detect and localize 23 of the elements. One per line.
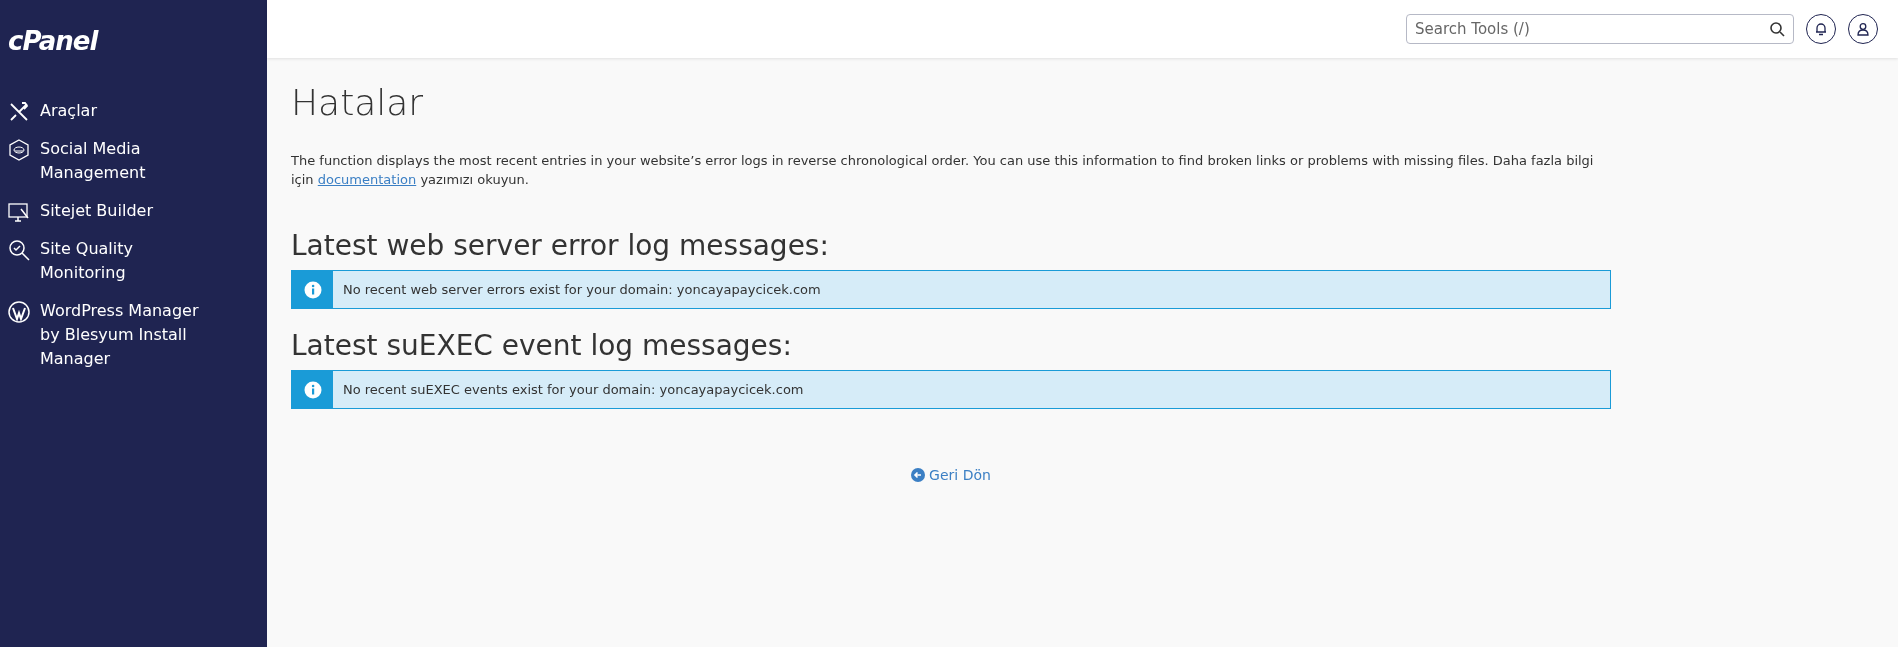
info-icon xyxy=(303,280,322,299)
info-alert: No recent suEXEC events exist for your domain: yoncayapaycicek.com xyxy=(291,370,1611,409)
section-heading: Latest suEXEC event log messages: xyxy=(291,329,793,362)
page-title: Hatalar xyxy=(291,82,425,123)
cpanel-logo[interactable]: cPanel xyxy=(8,26,98,56)
notifications-button[interactable] xyxy=(1806,14,1836,44)
section-heading: Latest web server error log messages: xyxy=(291,229,830,262)
sidebar-item[interactable]: Araçlar xyxy=(0,92,216,130)
bell-icon xyxy=(1814,22,1828,36)
documentation-link[interactable]: documentation xyxy=(317,172,417,187)
sidebar-item[interactable]: Site Quality Monitoring xyxy=(0,230,216,292)
info-alert: No recent web server errors exist for your domain: yoncayapaycicek.com xyxy=(291,270,1611,309)
user-icon xyxy=(1856,22,1870,36)
user-button[interactable] xyxy=(1848,14,1878,44)
back-link[interactable]: Geri Dön xyxy=(911,467,991,483)
sidebar-item[interactable]: WordPress Manager by Blesyum Install Manager xyxy=(0,292,216,378)
search-field[interactable]: Search Tools (/) xyxy=(1406,14,1794,44)
search-icon[interactable] xyxy=(1769,21,1785,37)
sidebar-item[interactable]: Social Media Management xyxy=(0,130,216,192)
info-icon xyxy=(303,380,322,399)
sidebar-item[interactable]: Sitejet Builder xyxy=(0,192,216,230)
description-text: The function displays the most recent entries in your website’s error logs in reverse chronological order. You can use this information to find broken links or problems with missing files. Daha fazla bilgi için documentation yazımızı okuyun. xyxy=(291,152,1595,189)
tools-icon xyxy=(8,101,30,123)
